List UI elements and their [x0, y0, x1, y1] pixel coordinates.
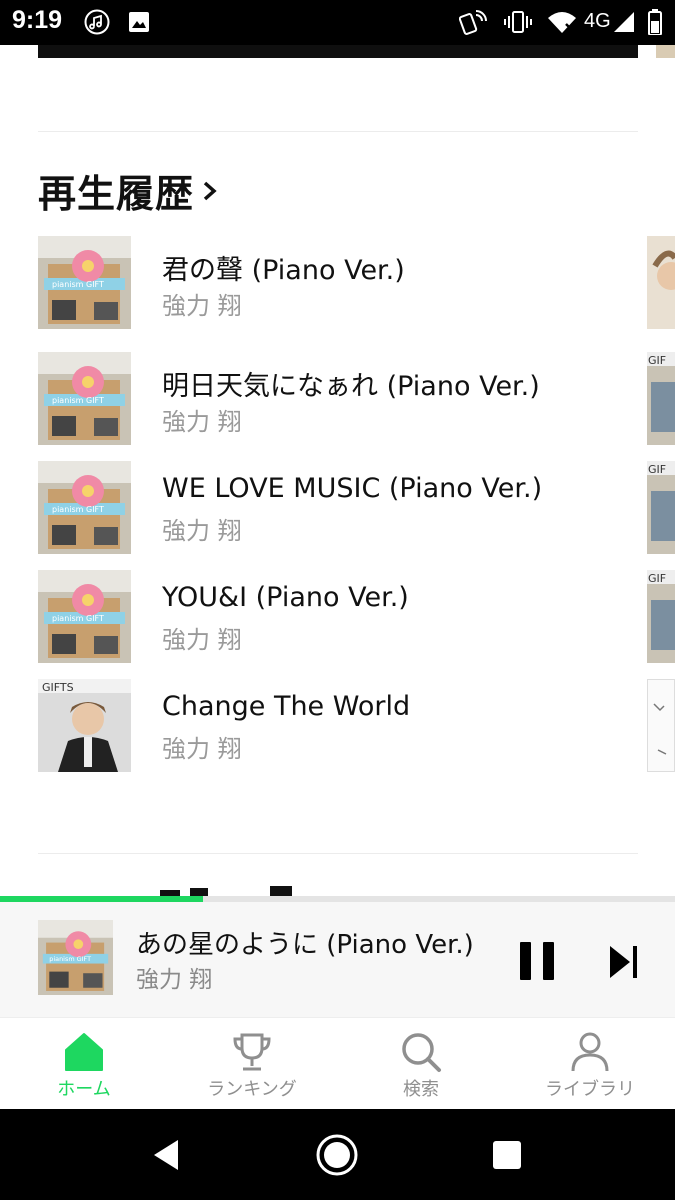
image-notification-icon [126, 9, 152, 35]
album-art-peek[interactable]: GIF [647, 570, 675, 663]
svg-text:pianism GIFT: pianism GIFT [52, 396, 104, 405]
track-artist: 強力 翔 [162, 735, 242, 763]
album-art: pianism GIFT [38, 236, 131, 329]
track-title: 君の聲 (Piano Ver.) [162, 255, 405, 286]
track-row[interactable]: pianism GIFT 明日天気になぁれ (Piano Ver.) 強力 翔 [38, 352, 638, 446]
nav-library-label: ライブラリ [545, 1079, 635, 1100]
album-art-peek[interactable] [647, 236, 675, 329]
nav-ranking[interactable]: ランキング [168, 1018, 336, 1110]
track-title: WE LOVE MUSIC (Piano Ver.) [162, 473, 543, 504]
nav-library[interactable]: ライブラリ [506, 1018, 674, 1110]
home-circle-icon[interactable] [315, 1133, 359, 1177]
now-playing-artist: 強力 翔 [136, 967, 213, 993]
skip-next-icon [610, 946, 637, 978]
chevron-right-icon [203, 181, 217, 200]
signal-icon [612, 9, 636, 35]
nav-search[interactable]: 検索 [337, 1018, 505, 1110]
album-art: GIFTS [38, 679, 131, 772]
svg-text:GIFTS: GIFTS [42, 681, 74, 694]
svg-text:GIF: GIF [648, 354, 666, 367]
svg-text:pianism GIFT: pianism GIFT [52, 280, 104, 289]
album-art: pianism GIFT [38, 570, 131, 663]
clock: 9:19 [12, 6, 63, 34]
track-artist: 強力 翔 [162, 517, 242, 545]
track-artist: 強力 翔 [162, 292, 242, 320]
album-art-peek[interactable] [647, 679, 675, 772]
album-art: pianism GIFT [38, 352, 131, 445]
svg-text:pianism GIFT: pianism GIFT [52, 614, 104, 623]
track-title: 明日天気になぁれ (Piano Ver.) [162, 371, 540, 402]
nav-ranking-label: ランキング [207, 1079, 297, 1100]
nav-home-label: ホーム [57, 1079, 111, 1100]
nfc-icon [458, 9, 490, 35]
system-navigation-bar [0, 1109, 675, 1200]
nav-home[interactable]: ホーム [0, 1018, 168, 1110]
track-artist: 強力 翔 [162, 408, 242, 436]
person-icon [571, 1032, 609, 1072]
svg-text:pianism GIFT: pianism GIFT [52, 505, 104, 514]
recents-icon[interactable] [492, 1140, 522, 1170]
skip-next-button[interactable] [604, 940, 644, 984]
banner-image-next[interactable] [656, 45, 675, 58]
network-type: 4G [584, 10, 611, 32]
track-row[interactable]: pianism GIFT YOU&I (Piano Ver.) 強力 翔 [38, 570, 638, 664]
section-title[interactable]: 再生履歴 [38, 163, 218, 218]
music-notification-icon [82, 9, 112, 35]
svg-text:pianism GIFT: pianism GIFT [49, 955, 91, 963]
bottom-nav: ホーム ランキング 検索 ライブラリ [0, 1017, 675, 1110]
track-artist: 強力 翔 [162, 626, 242, 654]
track-title: Change The World [162, 691, 411, 722]
wifi-icon [546, 9, 578, 35]
home-icon [65, 1033, 103, 1071]
album-art: pianism GIFT [38, 461, 131, 554]
track-row[interactable]: GIFTS Change The World 強力 翔 [38, 679, 638, 773]
album-art-peek[interactable]: GIF [647, 461, 675, 554]
section-title-label: 再生履歴 [38, 172, 195, 216]
now-playing-title: あの星のように (Piano Ver.) [136, 930, 474, 960]
track-title: YOU&I (Piano Ver.) [162, 582, 409, 613]
mini-player[interactable]: pianism GIFT あの星のように (Piano Ver.) 強力 翔 [0, 902, 675, 1017]
search-icon [402, 1033, 441, 1072]
vibrate-icon [502, 9, 534, 35]
track-row[interactable]: pianism GIFT WE LOVE MUSIC (Piano Ver.) … [38, 461, 638, 555]
nav-search-label: 検索 [403, 1079, 439, 1100]
svg-text:GIF: GIF [648, 572, 666, 585]
banner-image[interactable] [38, 45, 638, 58]
trophy-icon [233, 1033, 271, 1071]
pause-button[interactable] [514, 938, 560, 984]
now-playing-album-art: pianism GIFT [38, 920, 113, 995]
divider [38, 853, 638, 854]
divider [38, 131, 638, 132]
album-art-peek[interactable]: GIF [647, 352, 675, 445]
pause-icon [520, 942, 554, 980]
svg-text:GIF: GIF [648, 463, 666, 476]
status-bar: 9:19 4G [0, 0, 675, 45]
back-icon[interactable] [150, 1138, 182, 1172]
battery-icon [646, 9, 664, 35]
track-row[interactable]: pianism GIFT 君の聲 (Piano Ver.) 強力 翔 [38, 236, 638, 330]
